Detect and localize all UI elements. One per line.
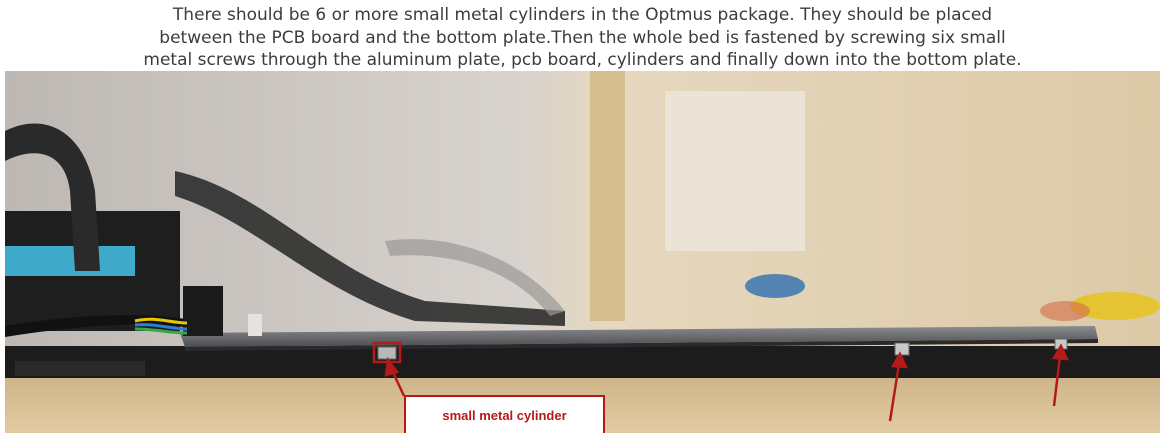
caption-line-1: There should be 6 or more small metal cy… [172,5,993,25]
bottom-plate-edge [15,361,145,376]
metal-cylinder-2 [894,342,910,356]
instruction-caption: There should be 6 or more small metal cy… [0,4,1165,72]
printer-bed-photo [5,71,1160,433]
orange-object [1040,301,1090,321]
caption-line-3: metal screws through the aluminum plate,… [143,50,1022,70]
shelf-post [590,71,625,321]
poster [665,91,805,251]
blue-object [745,274,805,298]
bottom-plate [5,346,1160,378]
printer-bed-illustration [5,71,1160,433]
white-post [248,314,262,336]
annotation-label: small metal cylinder [404,395,605,433]
blue-stripe [5,246,135,276]
caption-line-2: between the PCB board and the bottom pla… [159,27,1006,48]
connector [183,286,223,336]
metal-cylinder-1 [377,346,397,360]
